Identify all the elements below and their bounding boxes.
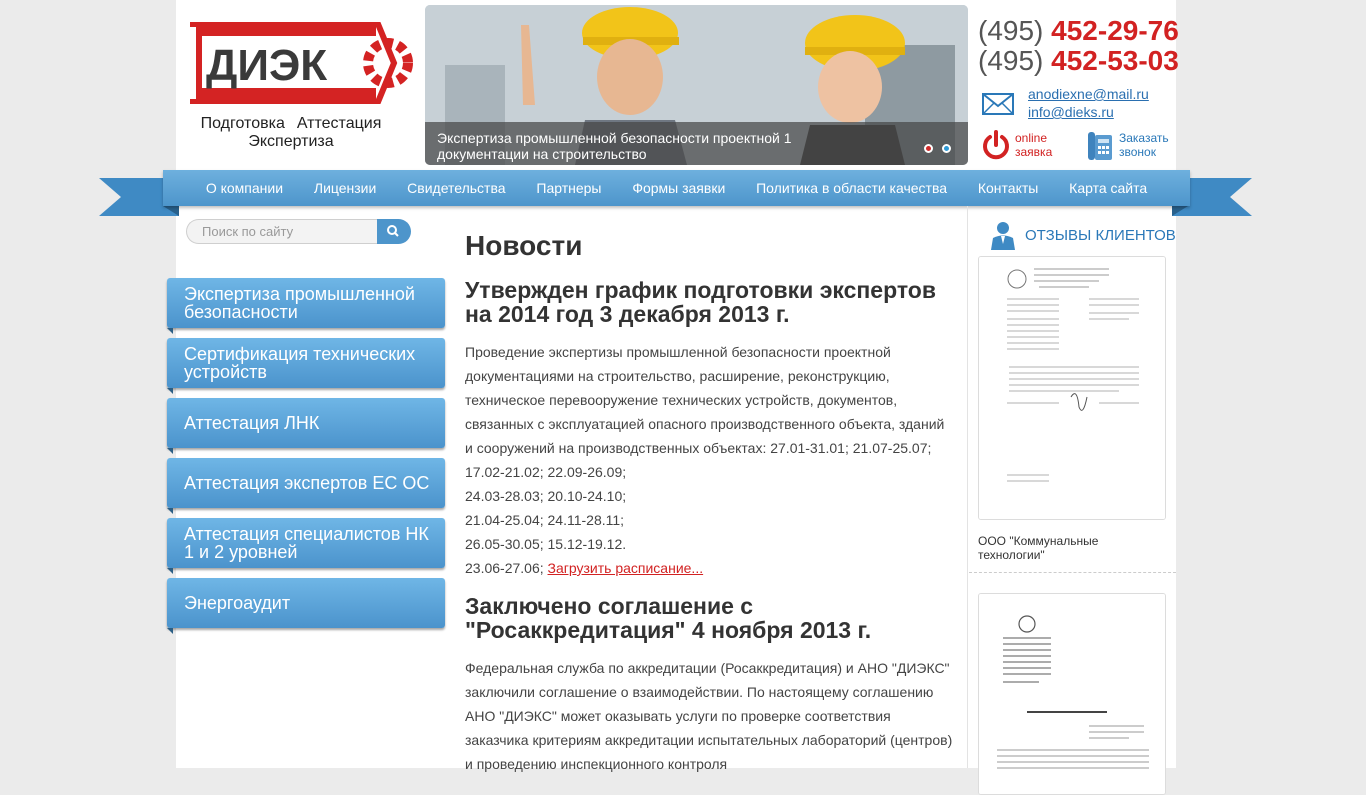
- search-icon: [387, 225, 399, 237]
- sidebar-item-label: Энергоаудит: [184, 593, 291, 613]
- page-title: Новости: [465, 230, 583, 261]
- sidebar-item-label: Экспертиза промышленной безопасности: [184, 284, 415, 322]
- client-icon: [991, 222, 1015, 250]
- sidebar-item-equipment-certification[interactable]: Сертификация технических устройств: [167, 338, 445, 394]
- letter-image: [979, 257, 1165, 519]
- company-logo[interactable]: ДИЭК: [188, 22, 416, 104]
- sidebar-item-label: Аттестация экспертов ЕС ОС: [184, 473, 430, 493]
- news-schedule-line: 21.04-25.04; 24.11-28.11;: [465, 512, 625, 528]
- phone-1-code: (495): [978, 15, 1044, 46]
- reviews-divider: [969, 572, 1176, 573]
- letter-image: [979, 594, 1165, 794]
- online-request-link[interactable]: online заявка: [1015, 131, 1052, 159]
- sidebar-item-experts-attestation[interactable]: Аттестация экспертов ЕС ОС: [167, 458, 445, 514]
- site-search: [186, 219, 411, 244]
- sidebar-item-energy-audit[interactable]: Энергоаудит: [167, 578, 445, 634]
- phone-1-number: 452-29-76: [1051, 15, 1179, 46]
- search-input[interactable]: [186, 219, 382, 244]
- phone-1[interactable]: (495) 452-29-76: [978, 16, 1179, 46]
- nav-contacts[interactable]: Контакты: [978, 180, 1038, 196]
- slogan-expertise: Экспертиза: [248, 133, 334, 150]
- logo-slogan: Подготовка Аттестация Экспертиза: [188, 115, 394, 151]
- nav-licenses[interactable]: Лицензии: [314, 180, 376, 196]
- phone-2[interactable]: (495) 452-53-03: [978, 46, 1179, 76]
- sidebar-item-specialists-attestation[interactable]: Аттестация специалистов НК 1 и 2 уровней: [167, 518, 445, 574]
- banner-caption-text: Экспертиза промышленной безопасности про…: [437, 130, 792, 162]
- sidebar-item-label: Сертификация технических устройств: [184, 344, 416, 382]
- review-letter-thumbnail[interactable]: [978, 256, 1166, 520]
- review-company-name[interactable]: ООО "Коммунальные технологии": [978, 534, 1158, 562]
- news-schedule-line: 23.06-27.06;: [465, 560, 544, 576]
- slogan-certification: Аттестация: [296, 115, 382, 132]
- reviews-title[interactable]: ОТЗЫВЫ КЛИЕНТОВ: [1025, 227, 1176, 244]
- news-body: Федеральная служба по аккредитации (Роса…: [465, 660, 953, 772]
- slogan-training: Подготовка: [200, 115, 285, 132]
- nav-about[interactable]: О компании: [206, 180, 283, 196]
- nav-certificates[interactable]: Свидетельства: [407, 180, 505, 196]
- slider-dot-1[interactable]: [924, 144, 933, 153]
- main-content: Новости Утвержден график подготовки эксп…: [465, 230, 955, 786]
- nav-forms[interactable]: Формы заявки: [632, 180, 725, 196]
- nav-sitemap[interactable]: Карта сайта: [1069, 180, 1147, 196]
- email-link-2[interactable]: info@dieks.ru: [1028, 104, 1114, 120]
- news-text: Проведение экспертизы промышленной безоп…: [465, 344, 945, 480]
- nav-partners[interactable]: Партнеры: [536, 180, 601, 196]
- sidebar-item-lnk-attestation[interactable]: Аттестация ЛНК: [167, 398, 445, 454]
- news-title[interactable]: Заключено соглашение с "Росаккредитация"…: [465, 594, 955, 642]
- sidebar-item-label: Аттестация ЛНК: [184, 413, 320, 433]
- slider-dot-2[interactable]: [942, 144, 951, 153]
- nav-quality-policy[interactable]: Политика в области качества: [756, 180, 947, 196]
- phone-2-number: 452-53-03: [1051, 45, 1179, 76]
- news-body: Проведение экспертизы промышленной безоп…: [465, 340, 955, 580]
- power-icon[interactable]: [982, 130, 1010, 160]
- banner-caption: Экспертиза промышленной безопасности про…: [425, 122, 968, 165]
- telephone-icon[interactable]: [1087, 131, 1113, 161]
- search-button[interactable]: [377, 219, 411, 244]
- callback-link[interactable]: Заказать звонок: [1119, 131, 1169, 159]
- download-schedule-link[interactable]: Загрузить расписание...: [548, 560, 704, 576]
- main-navigation: О компании Лицензии Свидетельства Партне…: [163, 170, 1190, 206]
- news-title[interactable]: Утвержден график подготовки экспертов на…: [465, 278, 955, 326]
- svg-text:ДИЭК: ДИЭК: [206, 41, 327, 90]
- sidebar-menu: Экспертиза промышленной безопасности Сер…: [167, 278, 447, 638]
- banner-slider[interactable]: Экспертиза промышленной безопасности про…: [425, 5, 968, 165]
- envelope-icon: [982, 93, 1014, 115]
- news-schedule-line: 24.03-28.03; 20.10-24.10;: [465, 488, 627, 504]
- email-link-1[interactable]: anodiexne@mail.ru: [1028, 86, 1149, 102]
- review-letter-thumbnail[interactable]: [978, 593, 1166, 795]
- sidebar-item-label: Аттестация специалистов НК 1 и 2 уровней: [184, 524, 429, 562]
- phone-2-code: (495): [978, 45, 1044, 76]
- news-schedule-line: 26.05-30.05; 15.12-19.12.: [465, 536, 627, 552]
- sidebar-item-industrial-safety-expertise[interactable]: Экспертиза промышленной безопасности: [167, 278, 445, 334]
